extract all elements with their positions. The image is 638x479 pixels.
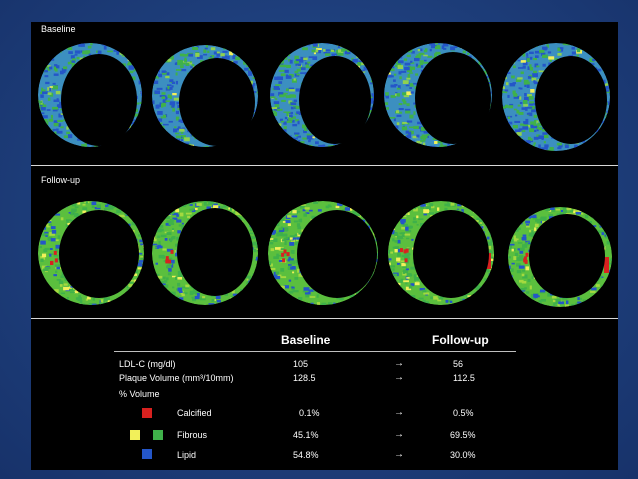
row-followup-plaque-volume: 112.5 — [453, 373, 475, 383]
row-followup-fibrous: 69.5% — [450, 430, 476, 440]
table-header-rule — [114, 351, 516, 352]
row-label-plaque-volume: Plaque Volume (mm³/10mm) — [119, 373, 234, 383]
baseline-section-label: Baseline — [41, 24, 76, 34]
row-followup-lipid: 30.0% — [450, 450, 476, 460]
arrow-icon: → — [394, 372, 404, 383]
row-label-calcified: Calcified — [177, 408, 212, 418]
arrow-icon: → — [394, 358, 404, 369]
fibrous-green-legend-swatch — [153, 430, 163, 440]
row-followup-calcified: 0.5% — [453, 408, 474, 418]
arrow-icon: → — [394, 429, 404, 440]
artery-cross-section-image — [269, 42, 375, 148]
row-baseline-ldl: 105 — [293, 359, 309, 369]
row-followup-ldl: 56 — [453, 359, 464, 369]
artery-cross-section-image — [387, 200, 495, 306]
followup-section-label: Follow-up — [41, 175, 81, 185]
arrow-icon: → — [394, 407, 404, 418]
figure-panel: Baseline Follow-up Baseline Follow-up LD… — [31, 22, 618, 470]
artery-cross-section-image — [267, 200, 379, 306]
row-baseline-lipid: 54.8% — [293, 450, 319, 460]
volume-heading: % Volume — [119, 389, 160, 399]
artery-cross-section-image — [507, 206, 613, 308]
section-divider-bottom — [31, 318, 618, 319]
row-label-fibrous: Fibrous — [177, 430, 208, 440]
artery-cross-section-image — [37, 200, 145, 306]
table-header-baseline: Baseline — [281, 333, 331, 347]
arrow-icon: → — [394, 449, 404, 460]
artery-cross-section-image — [383, 42, 493, 148]
calcified-legend-swatch — [142, 408, 152, 418]
artery-cross-section-image — [37, 42, 143, 148]
row-baseline-fibrous: 45.1% — [293, 430, 319, 440]
section-divider-top — [31, 165, 618, 166]
row-baseline-calcified: 0.1% — [299, 408, 320, 418]
artery-cross-section-image — [151, 200, 259, 306]
artery-cross-section-image — [501, 42, 611, 152]
table-header-followup: Follow-up — [432, 333, 489, 347]
artery-cross-section-image — [151, 44, 259, 148]
row-label-ldl: LDL-C (mg/dl) — [119, 359, 176, 369]
lipid-legend-swatch — [142, 449, 152, 459]
fibrous-yellow-legend-swatch — [130, 430, 140, 440]
row-label-lipid: Lipid — [177, 450, 197, 460]
row-baseline-plaque-volume: 128.5 — [293, 373, 316, 383]
